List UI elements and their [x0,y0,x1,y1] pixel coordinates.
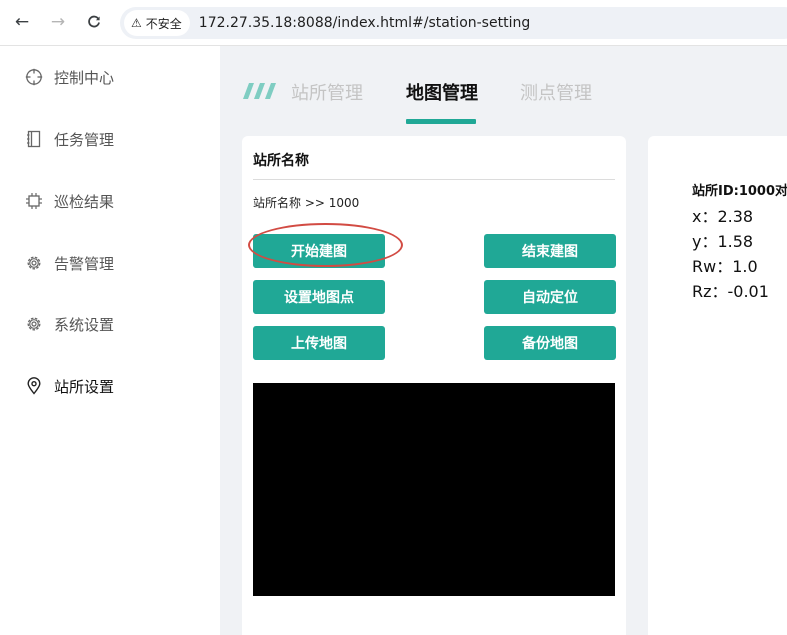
sidebar-item-inspection-results[interactable]: 巡检结果 [24,186,114,216]
pose-rw: Rw：1.0 [692,257,758,276]
tab-map-management[interactable]: 地图管理 [406,79,478,105]
divider [253,179,615,180]
pose-y: y：1.58 [692,232,754,251]
main-content: 站所管理 地图管理 测点管理 站所名称 站所名称 >> 1000 开始建图 结束… [220,46,787,635]
sidebar-item-station-settings[interactable]: 站所设置 [24,371,114,401]
gear-icon [24,253,44,273]
security-label: 不安全 [145,16,182,31]
set-map-point-button[interactable]: 设置地图点 [253,280,385,314]
crosshair-icon [24,67,44,87]
pose-rz: Rz：-0.01 [692,282,769,301]
notebook-icon [24,129,44,149]
map-canvas[interactable] [253,383,615,596]
pose-title: 站所ID:1000对 [692,184,787,199]
sidebar-item-label: 系统设置 [54,315,115,334]
address-bar[interactable]: ⚠ 不安全 172.27.35.18:8088/index.html#/stat… [120,7,787,39]
security-indicator[interactable]: ⚠ 不安全 [124,10,190,36]
upload-map-button[interactable]: 上传地图 [253,326,385,360]
sidebar: 控制中心 任务管理 巡检结果 告警管理 系统设置 站所设置 [0,46,220,635]
robot-pose-panel: 站所ID:1000对 x：2.38 y：1.58 Rw：1.0 Rz：-0.01 [648,136,787,635]
sidebar-item-label: 任务管理 [54,130,115,149]
tab-point-management[interactable]: 测点管理 [520,79,592,105]
sidebar-item-label: 告警管理 [54,254,115,273]
location-pin-icon [24,376,44,396]
sidebar-item-control-center[interactable]: 控制中心 [24,62,114,92]
slash-decoration-icon [243,83,276,99]
panel-title: 站所名称 [253,153,309,169]
active-tab-indicator [406,119,476,124]
sidebar-item-label: 控制中心 [54,68,115,87]
sidebar-item-alarm-management[interactable]: 告警管理 [24,248,114,278]
tab-station-management[interactable]: 站所管理 [291,79,363,105]
sidebar-item-label: 巡检结果 [54,192,115,211]
sidebar-item-task-management[interactable]: 任务管理 [24,124,114,154]
sidebar-item-system-settings[interactable]: 系统设置 [24,309,114,339]
auto-locate-button[interactable]: 自动定位 [484,280,616,314]
end-mapping-button[interactable]: 结束建图 [484,234,616,268]
warning-icon: ⚠ [131,16,142,30]
url-text[interactable]: 172.27.35.18:8088/index.html#/station-se… [199,15,530,31]
reload-icon[interactable] [83,11,105,33]
gear-icon [24,314,44,334]
browser-toolbar: ← → ⚠ 不安全 172.27.35.18:8088/index.html#/… [0,0,787,46]
chip-icon [24,191,44,211]
back-arrow-icon[interactable]: ← [11,11,33,33]
start-mapping-button[interactable]: 开始建图 [253,234,385,268]
breadcrumb: 站所名称 >> 1000 [253,196,360,210]
forward-arrow-icon[interactable]: → [47,11,69,33]
sidebar-item-label: 站所设置 [54,377,115,396]
pose-x: x：2.38 [692,207,754,226]
station-map-panel: 站所名称 站所名称 >> 1000 开始建图 结束建图 设置地图点 自动定位 上… [242,136,626,635]
backup-map-button[interactable]: 备份地图 [484,326,616,360]
